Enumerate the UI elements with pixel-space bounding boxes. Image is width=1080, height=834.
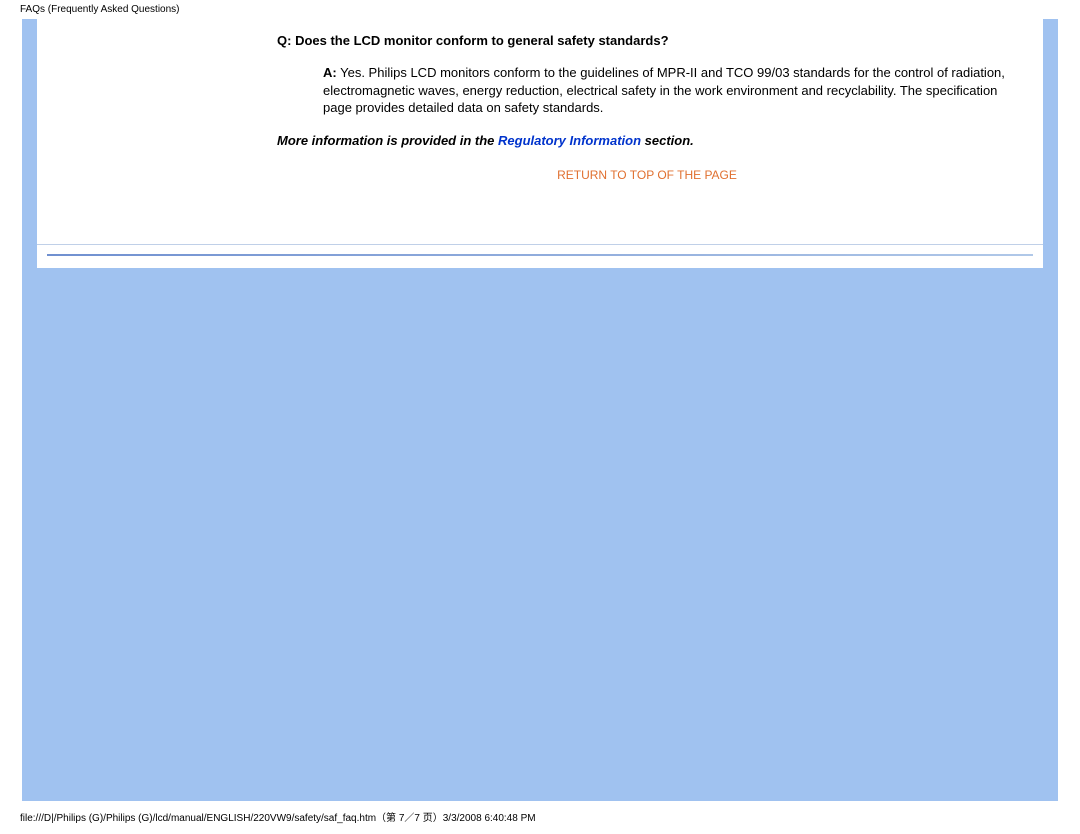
content-inner: Q: Does the LCD monitor conform to gener…: [37, 19, 1043, 214]
main-container: Q: Does the LCD monitor conform to gener…: [22, 19, 1058, 801]
answer-text: Yes. Philips LCD monitors conform to the…: [323, 65, 1005, 115]
question-text: Does the LCD monitor conform to general …: [295, 33, 668, 48]
return-to-top-link[interactable]: RETURN TO TOP OF THE PAGE: [277, 168, 1017, 194]
faq-question: Q: Does the LCD monitor conform to gener…: [277, 33, 1017, 48]
q-prefix: Q:: [277, 33, 291, 48]
divider-section: [37, 244, 1043, 268]
content-box: Q: Does the LCD monitor conform to gener…: [37, 19, 1043, 244]
page-header-title: FAQs (Frequently Asked Questions): [0, 0, 1080, 19]
faq-answer: A: Yes. Philips LCD monitors conform to …: [277, 64, 1017, 117]
more-info-prefix: More information is provided in the: [277, 133, 498, 148]
a-prefix: A:: [323, 65, 337, 80]
more-info-suffix: section.: [641, 133, 694, 148]
footer-file-path: file:///D|/Philips (G)/Philips (G)/lcd/m…: [20, 809, 536, 824]
more-info-line: More information is provided in the Regu…: [277, 133, 1017, 148]
regulatory-info-link[interactable]: Regulatory Information: [498, 133, 641, 148]
